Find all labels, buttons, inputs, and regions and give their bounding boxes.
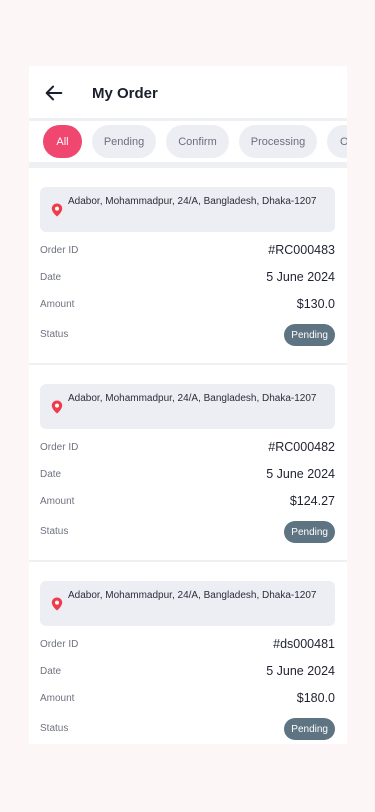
order-id-label: Order ID	[40, 442, 79, 453]
order-id-value: #ds000481	[273, 637, 335, 651]
amount-label: Amount	[40, 299, 75, 310]
date-value: 5 June 2024	[266, 270, 335, 284]
order-card[interactable]: Adabor, Mohammadpur, 24/A, Bangladesh, D…	[29, 562, 347, 744]
status-badge: Pending	[284, 718, 335, 740]
amount-row: Amount $130.0	[40, 296, 335, 316]
status-badge: Pending	[284, 521, 335, 543]
tab-pending[interactable]: Pending	[92, 125, 156, 158]
tab-processing[interactable]: Processing	[239, 125, 317, 158]
order-id-row: Order ID #ds000481	[40, 636, 335, 656]
back-arrow-icon[interactable]	[43, 82, 65, 104]
address-box: Adabor, Mohammadpur, 24/A, Bangladesh, D…	[40, 581, 335, 626]
order-id-value: #RC000482	[268, 440, 335, 454]
order-id-row: Order ID #RC000483	[40, 242, 335, 262]
order-screen: My Order All Pending Confirm Processing …	[29, 66, 347, 744]
status-badge: Pending	[284, 324, 335, 346]
date-value: 5 June 2024	[266, 467, 335, 481]
order-id-value: #RC000483	[268, 243, 335, 257]
date-label: Date	[40, 272, 62, 283]
amount-value: $130.0	[296, 297, 335, 311]
address-box: Adabor, Mohammadpur, 24/A, Bangladesh, D…	[40, 187, 335, 232]
status-row: Status Pending	[40, 718, 335, 740]
date-row: Date 5 June 2024	[40, 466, 335, 486]
location-pin-icon	[51, 400, 63, 414]
location-pin-icon	[51, 203, 63, 217]
status-label: Status	[40, 329, 69, 340]
amount-row: Amount $124.27	[40, 493, 335, 513]
order-id-row: Order ID #RC000482	[40, 439, 335, 459]
app-header: My Order	[29, 66, 347, 118]
tab-all[interactable]: All	[43, 125, 82, 158]
delivery-address: Adabor, Mohammadpur, 24/A, Bangladesh, D…	[68, 393, 317, 404]
status-label: Status	[40, 526, 69, 537]
order-card[interactable]: Adabor, Mohammadpur, 24/A, Bangladesh, D…	[29, 365, 347, 560]
amount-label: Amount	[40, 496, 75, 507]
order-id-label: Order ID	[40, 639, 79, 650]
delivery-address: Adabor, Mohammadpur, 24/A, Bangladesh, D…	[68, 590, 317, 601]
date-label: Date	[40, 469, 62, 480]
status-label: Status	[40, 723, 69, 734]
address-box: Adabor, Mohammadpur, 24/A, Bangladesh, D…	[40, 384, 335, 429]
date-row: Date 5 June 2024	[40, 269, 335, 289]
date-label: Date	[40, 666, 62, 677]
date-row: Date 5 June 2024	[40, 663, 335, 683]
status-tabs: All Pending Confirm Processing O	[29, 121, 347, 162]
status-row: Status Pending	[40, 324, 335, 346]
amount-value: $180.0	[296, 691, 335, 705]
amount-value: $124.27	[289, 494, 335, 508]
order-id-label: Order ID	[40, 245, 79, 256]
date-value: 5 June 2024	[266, 664, 335, 678]
page-title: My Order	[92, 85, 158, 102]
delivery-address: Adabor, Mohammadpur, 24/A, Bangladesh, D…	[68, 196, 317, 207]
status-row: Status Pending	[40, 521, 335, 543]
amount-row: Amount $180.0	[40, 690, 335, 710]
order-card[interactable]: Adabor, Mohammadpur, 24/A, Bangladesh, D…	[29, 168, 347, 363]
tab-other[interactable]: O	[327, 125, 347, 158]
location-pin-icon	[51, 597, 63, 611]
amount-label: Amount	[40, 693, 75, 704]
tab-confirm[interactable]: Confirm	[166, 125, 229, 158]
